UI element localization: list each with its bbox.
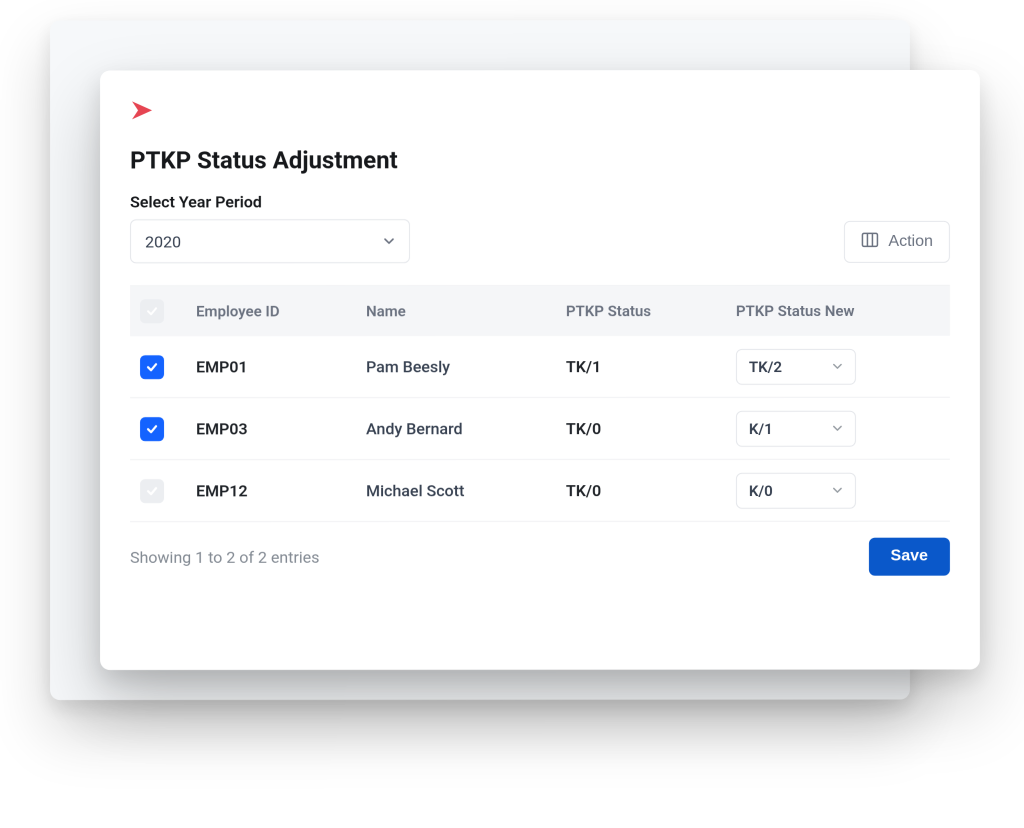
ptkp-status-new-select[interactable]: K/0 bbox=[736, 472, 856, 508]
page-title: PTKP Status Adjustment bbox=[130, 146, 950, 174]
cell-employee-id: EMP03 bbox=[196, 419, 366, 438]
chevron-down-icon bbox=[832, 481, 843, 499]
ptkp-status-new-value: K/1 bbox=[749, 419, 773, 437]
row-checkbox[interactable] bbox=[140, 355, 164, 379]
col-ptkp-status-new: PTKP Status New bbox=[736, 302, 940, 320]
ptkp-status-new-value: TK/2 bbox=[749, 357, 782, 375]
chevron-down-icon bbox=[832, 419, 843, 437]
cell-ptkp-status: TK/1 bbox=[566, 357, 736, 376]
ptkp-adjustment-card: PTKP Status Adjustment Select Year Perio… bbox=[100, 70, 980, 670]
chevron-down-icon bbox=[383, 235, 395, 247]
ptkp-status-new-select[interactable]: K/1 bbox=[736, 410, 856, 446]
ptkp-status-new-select[interactable]: TK/2 bbox=[736, 348, 856, 384]
save-button[interactable]: Save bbox=[869, 538, 950, 576]
table-row: EMP01 Pam Beesly TK/1 TK/2 bbox=[130, 336, 950, 398]
cell-employee-id: EMP01 bbox=[196, 357, 366, 376]
year-period-select[interactable]: 2020 bbox=[130, 219, 410, 263]
select-all-checkbox[interactable] bbox=[140, 299, 164, 323]
year-period-label: Select Year Period bbox=[130, 192, 410, 211]
cell-name: Michael Scott bbox=[366, 481, 566, 500]
ptkp-status-new-value: K/0 bbox=[749, 481, 773, 499]
table-row: EMP03 Andy Bernard TK/0 K/1 bbox=[130, 398, 950, 460]
cell-name: Andy Bernard bbox=[366, 419, 566, 438]
col-name: Name bbox=[366, 302, 566, 320]
cell-name: Pam Beesly bbox=[366, 357, 566, 376]
brand-logo-icon bbox=[130, 98, 160, 126]
columns-icon bbox=[860, 230, 878, 253]
col-ptkp-status: PTKP Status bbox=[566, 302, 736, 320]
cell-employee-id: EMP12 bbox=[196, 481, 366, 500]
cell-ptkp-status: TK/0 bbox=[566, 419, 736, 438]
table-row: EMP12 Michael Scott TK/0 K/0 bbox=[130, 460, 950, 522]
year-period-value: 2020 bbox=[145, 232, 181, 251]
row-checkbox[interactable] bbox=[140, 479, 164, 503]
table-header-row: Employee ID Name PTKP Status PTKP Status… bbox=[130, 286, 950, 336]
cell-ptkp-status: TK/0 bbox=[566, 481, 736, 500]
row-checkbox[interactable] bbox=[140, 417, 164, 441]
col-employee-id: Employee ID bbox=[196, 302, 366, 320]
action-button-label: Action bbox=[888, 233, 932, 251]
ptkp-table: Employee ID Name PTKP Status PTKP Status… bbox=[130, 285, 950, 522]
entries-summary: Showing 1 to 2 of 2 entries bbox=[130, 548, 319, 567]
chevron-down-icon bbox=[832, 357, 843, 375]
action-button[interactable]: Action bbox=[843, 221, 949, 263]
